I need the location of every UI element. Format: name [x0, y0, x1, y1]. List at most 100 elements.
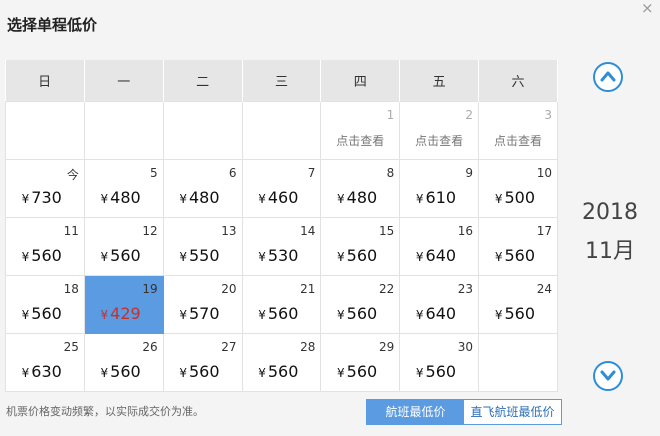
day-price: ¥560 [258, 362, 298, 381]
calendar-week-row: 18 ¥560 19 ¥429 20 ¥570 21 ¥560 22 ¥560 23 ¥640 24 ¥5… [5, 275, 558, 334]
calendar-day-cell[interactable]: 15 ¥560 [320, 217, 401, 276]
currency-symbol: ¥ [415, 308, 424, 322]
calendar-day-cell[interactable]: 8 ¥480 [320, 159, 401, 218]
day-price: ¥530 [258, 246, 298, 265]
currency-symbol: ¥ [337, 250, 345, 264]
currency-symbol: ¥ [415, 366, 424, 380]
calendar-day-cell[interactable]: 17 ¥560 [478, 217, 558, 276]
day-number: 2 [465, 108, 474, 122]
calendar-day-cell[interactable]: 20 ¥570 [162, 275, 243, 334]
weekday-header: 六 [478, 60, 558, 102]
currency-symbol: ¥ [494, 192, 503, 206]
price-value: 560 [31, 246, 62, 265]
currency-symbol: ¥ [415, 250, 424, 264]
fare-type-toggle: 航班最低价 直飞航班最低价 [366, 399, 562, 425]
price-value: 530 [267, 246, 299, 265]
day-number: 28 [300, 340, 316, 354]
calendar-day-cell[interactable]: 10 ¥500 [478, 159, 558, 218]
day-number: 今 [66, 168, 79, 182]
day-price: ¥560 [416, 362, 456, 381]
calendar-day-cell[interactable]: 6 ¥480 [162, 159, 243, 218]
calendar-day-cell[interactable]: 22 ¥560 [320, 275, 401, 334]
day-number: 26 [142, 340, 158, 354]
calendar-day-cell[interactable]: 26 ¥560 [83, 333, 164, 392]
calendar-day-cell[interactable]: 14 ¥530 [241, 217, 322, 276]
calendar-day-cell[interactable]: 12 ¥560 [83, 217, 164, 276]
calendar-day-cell[interactable]: 1 点击查看 [320, 101, 401, 160]
calendar-day-cell[interactable]: 11 ¥560 [5, 217, 85, 276]
currency-symbol: ¥ [100, 250, 109, 264]
price-value: 730 [31, 188, 62, 207]
calendar-day-cell[interactable]: 今 ¥730 [5, 159, 85, 218]
day-number: 9 [465, 166, 474, 180]
day-number: 27 [221, 340, 237, 354]
calendar-week-row: 今 ¥730 5 ¥480 6 ¥480 7 ¥460 8 ¥480 9 ¥610 10 ¥500 [5, 159, 558, 218]
calendar-week-row: 25 ¥630 26 ¥560 27 ¥560 28 ¥560 29 ¥560 30 ¥560 [5, 333, 558, 392]
direct-lowest-fare-option[interactable]: 直飞航班最低价 [464, 400, 561, 424]
currency-symbol: ¥ [21, 366, 30, 380]
currency-symbol: ¥ [337, 366, 345, 380]
calendar-day-cell[interactable]: 29 ¥560 [320, 333, 401, 392]
price-value: 480 [346, 188, 378, 207]
check-price-link[interactable]: 点击查看 [321, 132, 399, 149]
price-value: 480 [188, 188, 220, 207]
calendar-day-cell[interactable]: 21 ¥560 [241, 275, 322, 334]
price-value: 550 [188, 246, 220, 265]
day-number: 8 [386, 166, 395, 180]
calendar-day-cell[interactable]: 24 ¥560 [478, 275, 558, 334]
check-price-link[interactable]: 点击查看 [479, 132, 557, 149]
price-value: 560 [346, 362, 378, 381]
price-value: 560 [267, 304, 299, 323]
currency-symbol: ¥ [258, 308, 266, 322]
calendar-day-cell[interactable]: 28 ¥560 [241, 333, 322, 392]
day-price: ¥560 [101, 362, 141, 381]
weekday-header: 一 [84, 60, 164, 102]
calendar-week-row: 11 ¥560 12 ¥560 13 ¥550 14 ¥530 15 ¥560 16 ¥640 17 ¥5… [5, 217, 558, 276]
day-price: ¥560 [495, 246, 535, 265]
close-icon[interactable]: × [641, 0, 654, 17]
calendar-day-cell[interactable]: 30 ¥560 [399, 333, 480, 392]
calendar-day-cell[interactable]: 18 ¥560 [5, 275, 85, 334]
day-price: ¥560 [258, 304, 298, 323]
calendar-day-cell[interactable]: 5 ¥480 [83, 159, 164, 218]
calendar-day-cell[interactable]: 19 ¥429 [83, 275, 164, 334]
currency-symbol: ¥ [258, 192, 266, 206]
currency-symbol: ¥ [100, 192, 109, 206]
currency-symbol: ¥ [337, 192, 345, 206]
day-price: ¥560 [337, 362, 377, 381]
calendar-day-cell[interactable]: 23 ¥640 [399, 275, 480, 334]
weekday-header-row: 日一二三四五六 [5, 60, 558, 102]
price-value: 560 [31, 304, 62, 323]
day-number: 30 [457, 340, 474, 354]
day-number: 10 [536, 166, 552, 180]
dialog-title: 选择单程低价 [7, 16, 98, 34]
calendar-day-cell[interactable]: 9 ¥610 [399, 159, 480, 218]
day-number: 24 [536, 282, 552, 296]
price-value: 560 [425, 362, 457, 381]
calendar-day-cell[interactable]: 27 ¥560 [162, 333, 243, 392]
price-value: 560 [504, 304, 535, 323]
price-value: 560 [504, 246, 535, 265]
lowest-fare-option[interactable]: 航班最低价 [367, 400, 464, 424]
next-month-button[interactable] [593, 361, 623, 391]
currency-symbol: ¥ [179, 250, 187, 264]
calendar-day-cell[interactable]: 3 点击查看 [478, 101, 558, 160]
weekday-header: 四 [320, 60, 401, 102]
currency-symbol: ¥ [100, 308, 109, 322]
prev-month-button[interactable] [593, 62, 623, 92]
calendar-day-cell[interactable]: 7 ¥460 [241, 159, 322, 218]
currency-symbol: ¥ [179, 192, 187, 206]
day-number: 22 [378, 282, 395, 296]
currency-symbol: ¥ [258, 250, 266, 264]
calendar-day-cell[interactable]: 25 ¥630 [5, 333, 85, 392]
day-price: ¥640 [416, 246, 456, 265]
day-number: 14 [300, 224, 316, 238]
price-value: 630 [31, 362, 62, 381]
day-number: 3 [544, 108, 552, 122]
calendar-day-cell[interactable]: 2 点击查看 [399, 101, 480, 160]
calendar-day-cell[interactable]: 16 ¥640 [399, 217, 480, 276]
check-price-link[interactable]: 点击查看 [400, 132, 478, 149]
currency-symbol: ¥ [494, 250, 503, 264]
calendar-body: 1 点击查看 2 点击查看 3 点击查看今 ¥730 5 ¥480 6 ¥480 7 ¥460 8 ¥480… [5, 101, 558, 392]
calendar-day-cell[interactable]: 13 ¥550 [162, 217, 243, 276]
